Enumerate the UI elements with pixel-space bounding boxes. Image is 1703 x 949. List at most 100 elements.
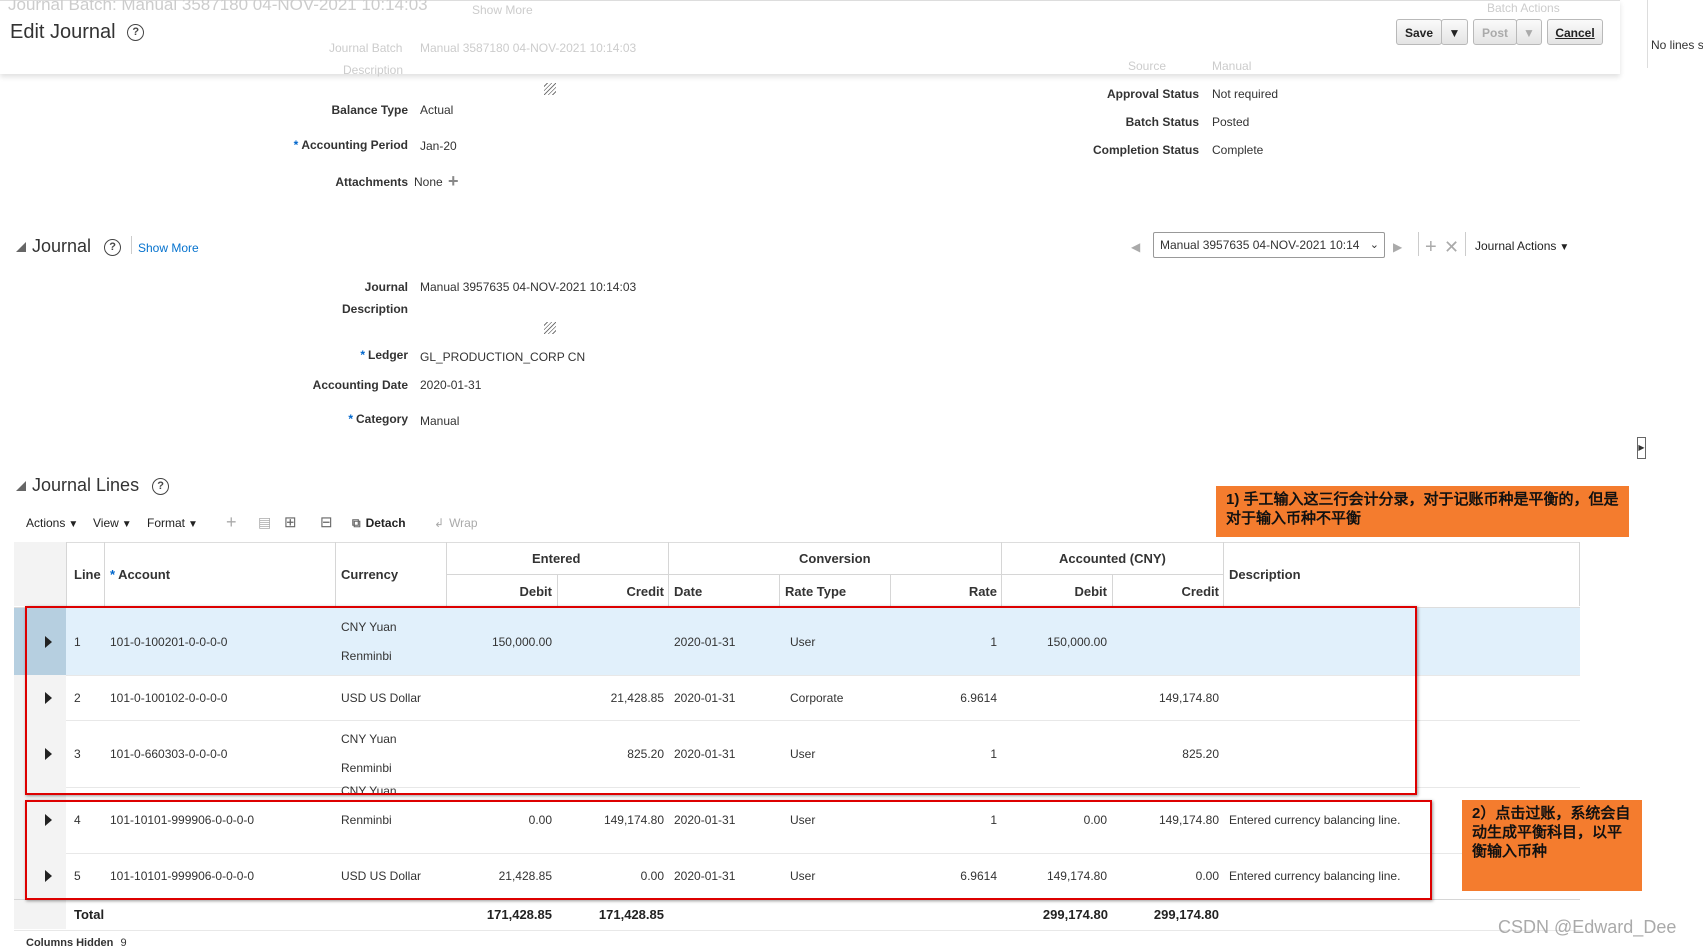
delete-journal-icon[interactable]: ✕ bbox=[1444, 237, 1459, 258]
attachments-value: None bbox=[414, 175, 443, 189]
batch-ghost-show-more: Show More bbox=[472, 3, 533, 17]
col-divider bbox=[104, 542, 105, 606]
divider bbox=[131, 236, 132, 254]
panel-splitter-icon[interactable]: ▶ bbox=[1637, 437, 1646, 459]
approval-status-label: Approval Status bbox=[1106, 87, 1199, 101]
next-icon[interactable]: ▶ bbox=[1393, 240, 1402, 254]
page-header: Journal Batch: Manual 3587180 04-NOV-202… bbox=[0, 0, 1620, 74]
balance-type-label: Balance Type bbox=[331, 103, 408, 117]
help-icon[interactable]: ? bbox=[152, 477, 170, 495]
col-accounted-debit[interactable]: Debit bbox=[1001, 584, 1108, 599]
columns-hidden: Columns Hidden 9 bbox=[26, 937, 127, 949]
view-menu[interactable]: View ▼ bbox=[93, 516, 132, 530]
collapse-icon[interactable] bbox=[16, 481, 26, 492]
save-button[interactable]: Save bbox=[1396, 19, 1442, 45]
journal-label: Journal bbox=[364, 280, 408, 294]
add-journal-icon[interactable]: + bbox=[1425, 236, 1437, 259]
journal-batch-value: Manual 3587180 04-NOV-2021 10:14:03 bbox=[420, 41, 637, 55]
show-more-link[interactable]: Show More bbox=[138, 241, 199, 255]
required-icon: * bbox=[360, 348, 365, 362]
divider bbox=[1418, 232, 1419, 256]
journal-lines-section-title[interactable]: Journal Lines ? bbox=[16, 475, 170, 496]
total-row bbox=[14, 899, 1580, 931]
caret-down-icon: ▼ bbox=[1559, 242, 1570, 253]
required-icon: * bbox=[348, 412, 353, 426]
batch-description-label: Description bbox=[343, 63, 404, 77]
right-panel: No lines s bbox=[1647, 0, 1703, 68]
journal-section-title[interactable]: Journal ? bbox=[16, 236, 122, 257]
collapse-icon[interactable] bbox=[16, 242, 26, 253]
total-label: Total bbox=[74, 907, 105, 922]
journal-description-label: Description bbox=[341, 302, 408, 316]
help-icon[interactable]: ? bbox=[104, 238, 122, 256]
previous-icon[interactable]: ◀ bbox=[1131, 240, 1140, 254]
format-menu[interactable]: Format ▼ bbox=[147, 516, 198, 530]
balance-type-value: Actual bbox=[420, 103, 454, 117]
required-icon: * bbox=[110, 567, 116, 582]
chevron-down-icon: ⌄ bbox=[1369, 239, 1379, 251]
batch-status-label: Batch Status bbox=[1125, 115, 1199, 129]
col-entered: Entered bbox=[532, 551, 581, 566]
total-accounted-debit: 299,174.80 bbox=[1042, 907, 1108, 922]
category-value: Manual bbox=[420, 414, 460, 428]
divider bbox=[1465, 232, 1466, 256]
col-entered-debit[interactable]: Debit bbox=[446, 584, 553, 599]
total-entered-credit: 171,428.85 bbox=[598, 907, 664, 922]
category-label: * Category bbox=[348, 412, 408, 426]
page-title: Edit Journal ? bbox=[10, 21, 145, 44]
row-header-column bbox=[14, 542, 66, 606]
journal-selector[interactable]: Manual 3957635 04-NOV-2021 10:14 ⌄ bbox=[1153, 232, 1385, 258]
post-button[interactable]: Post bbox=[1473, 19, 1517, 45]
save-dropdown-button[interactable]: ▼ bbox=[1441, 19, 1468, 45]
col-accounted: Accounted (CNY) bbox=[1059, 551, 1166, 566]
ledger-label: * Ledger bbox=[360, 348, 408, 362]
col-conversion: Conversion bbox=[799, 551, 871, 566]
duplicate-row-icon[interactable]: ▤ bbox=[258, 514, 271, 531]
annotation-box-balancing-lines bbox=[25, 800, 1432, 900]
header-divider bbox=[446, 574, 1223, 575]
cancel-button[interactable]: Cancel bbox=[1547, 19, 1603, 45]
completion-status-value: Complete bbox=[1212, 143, 1264, 157]
col-currency[interactable]: Currency bbox=[341, 567, 398, 582]
col-entered-credit[interactable]: Credit bbox=[557, 584, 664, 599]
annotation-note-1: 1) 手工输入这三行会计分录，对于记账币种是平衡的，但是对于输入币种不平衡 bbox=[1216, 486, 1629, 537]
col-accounted-credit[interactable]: Credit bbox=[1112, 584, 1219, 599]
col-description[interactable]: Description bbox=[1229, 567, 1301, 582]
resize-handle-icon[interactable] bbox=[544, 322, 556, 334]
query-by-example-icon[interactable]: ⊞ bbox=[284, 513, 297, 531]
col-divider bbox=[779, 574, 780, 606]
post-dropdown-button[interactable]: ▼ bbox=[1516, 19, 1542, 45]
right-panel-text: No lines s bbox=[1651, 38, 1703, 52]
annotation-note-2: 2）点击过账，系统会自动生成平衡科目，以平衡输入币种 bbox=[1462, 800, 1642, 891]
add-attachment-icon[interactable]: + bbox=[448, 171, 459, 192]
detach-button[interactable]: ⧉ Detach bbox=[352, 516, 406, 531]
required-icon: * bbox=[293, 138, 299, 152]
detach-icon: ⧉ bbox=[352, 516, 361, 530]
help-icon[interactable]: ? bbox=[127, 24, 145, 42]
add-row-icon[interactable]: + bbox=[226, 512, 237, 533]
col-line[interactable]: Line bbox=[74, 567, 101, 582]
accounting-period-value: Jan-20 bbox=[420, 139, 457, 153]
batch-ghost-actions: Batch Actions bbox=[1487, 1, 1560, 15]
journal-name-value: Manual 3957635 04-NOV-2021 10:14:03 bbox=[420, 280, 637, 294]
col-date[interactable]: Date bbox=[674, 584, 702, 599]
col-divider bbox=[1223, 542, 1224, 606]
col-rate-type[interactable]: Rate Type bbox=[785, 584, 846, 599]
wrap-button[interactable]: ↲ Wrap bbox=[434, 516, 478, 530]
resize-handle-icon[interactable] bbox=[544, 83, 556, 95]
col-account[interactable]: * Account bbox=[110, 567, 170, 582]
approval-status-value: Not required bbox=[1212, 87, 1279, 101]
completion-status-label: Completion Status bbox=[1092, 143, 1199, 157]
annotation-box-manual-lines bbox=[25, 606, 1417, 795]
total-accounted-credit: 299,174.80 bbox=[1153, 907, 1219, 922]
caret-down-icon: ▼ bbox=[1523, 26, 1535, 40]
journal-batch-label: Journal Batch bbox=[329, 41, 403, 55]
journal-actions-menu[interactable]: Journal Actions ▼ bbox=[1475, 239, 1569, 253]
col-divider bbox=[335, 542, 336, 606]
actions-menu[interactable]: Actions ▼ bbox=[26, 516, 78, 530]
attachments-label: Attachments bbox=[335, 175, 408, 189]
caret-down-icon: ▼ bbox=[1448, 26, 1461, 40]
col-rate[interactable]: Rate bbox=[890, 584, 997, 599]
source-label: Source bbox=[1128, 59, 1167, 73]
freeze-icon[interactable]: ⊟ bbox=[320, 513, 333, 531]
